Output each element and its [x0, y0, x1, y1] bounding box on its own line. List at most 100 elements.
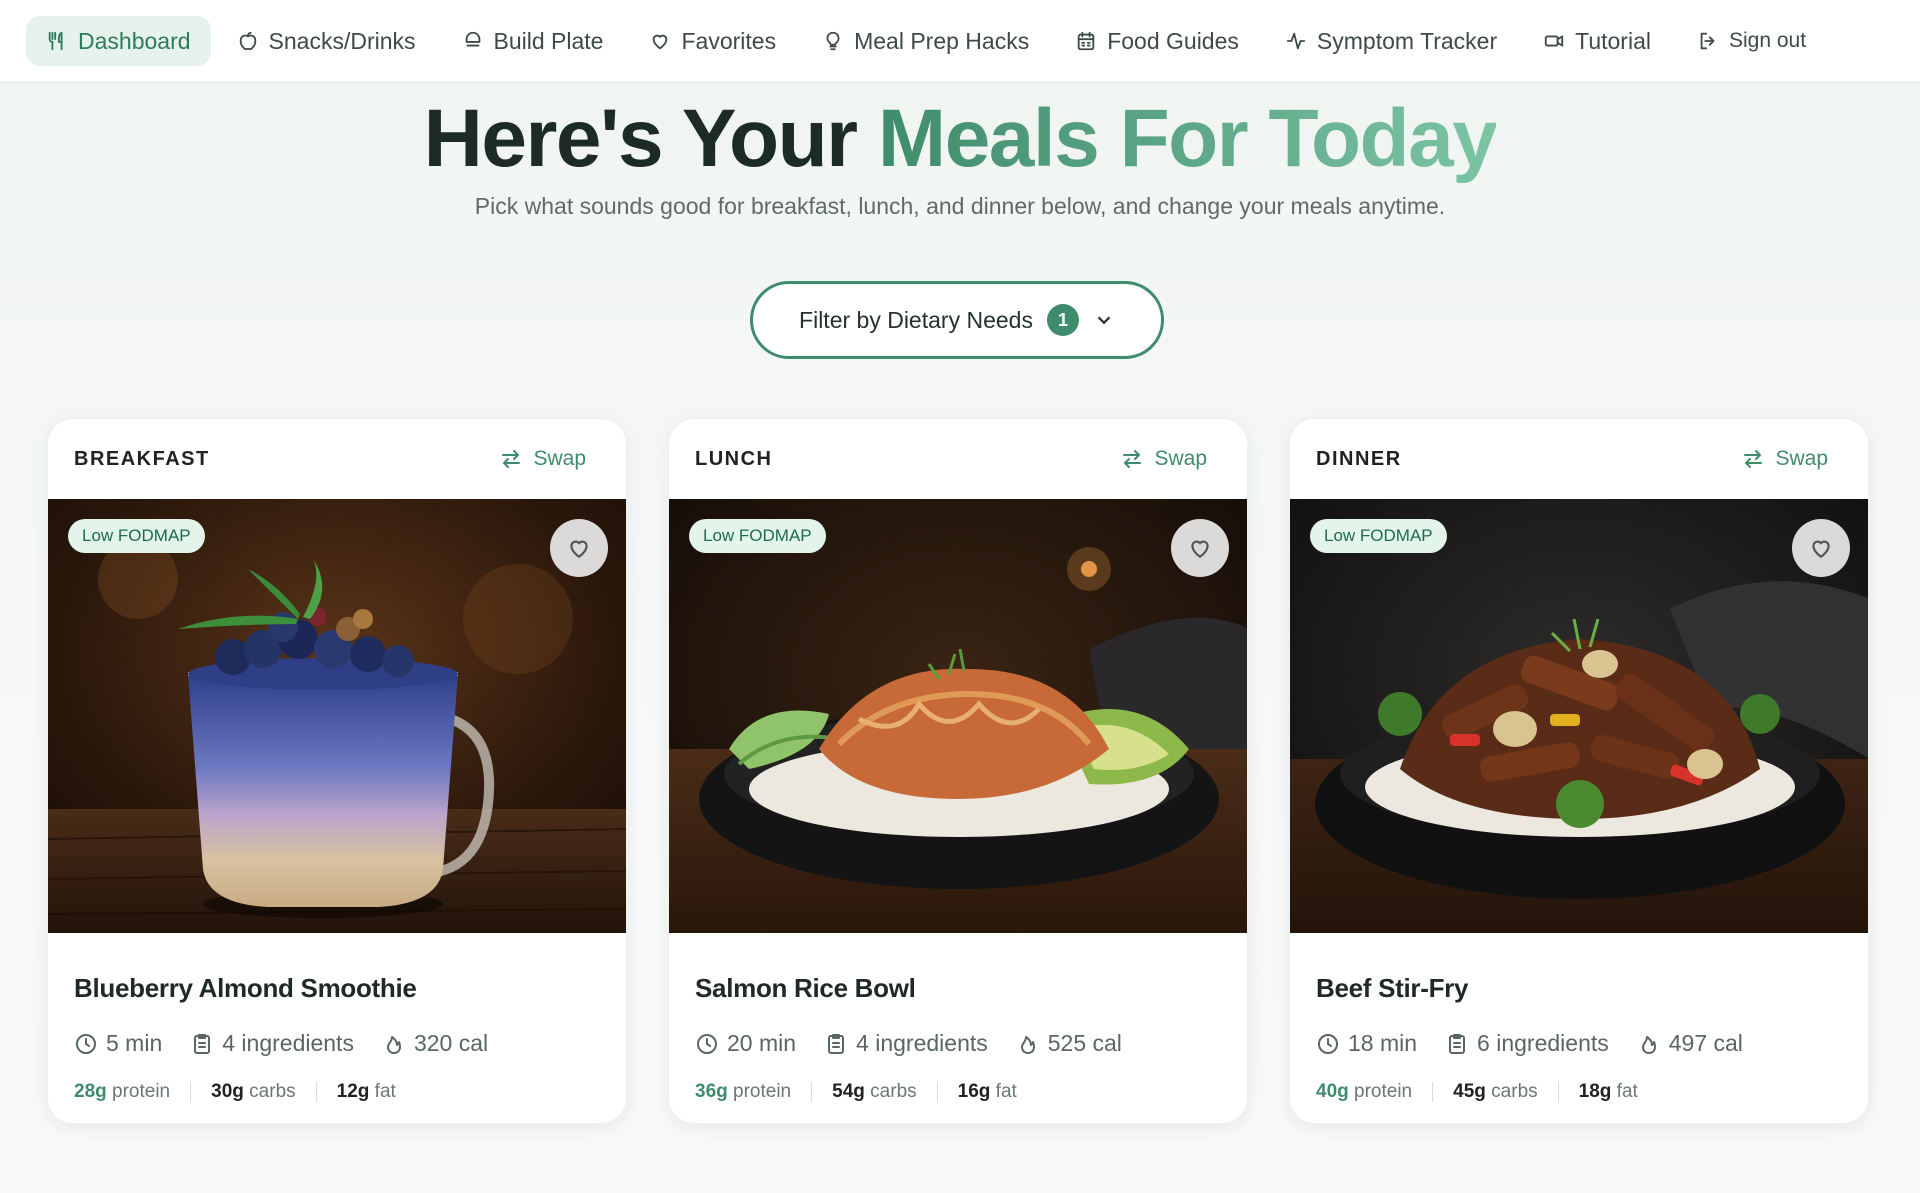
- nav-label-food-guides: Food Guides: [1107, 27, 1239, 54]
- clock-icon: [76, 1033, 96, 1054]
- meal-calories: 497 cal: [1637, 1030, 1743, 1057]
- macro-divider: [315, 1082, 317, 1102]
- macro-carbs-value: 45g: [1453, 1081, 1486, 1102]
- macro-fat: 16g fat: [958, 1081, 1017, 1103]
- page-title-accent: Meals For Today: [877, 93, 1498, 184]
- meal-time-value: 5 min: [106, 1030, 163, 1056]
- swap-button[interactable]: Swap: [499, 447, 586, 471]
- meal-time-value: 20 min: [727, 1030, 797, 1056]
- macro-protein-value: 36g: [695, 1081, 728, 1102]
- nav-item-build-plate[interactable]: Build Plate: [442, 16, 624, 66]
- meal-ingredients-value: 4 ingredients: [222, 1030, 354, 1056]
- meal-calories: 525 cal: [1016, 1030, 1122, 1057]
- macro-fat-label: fat: [1616, 1081, 1638, 1102]
- dietary-filter-content: Filter by Dietary Needs 1: [799, 304, 1115, 336]
- swap-button[interactable]: Swap: [1120, 447, 1207, 471]
- meal-type-label: BREAKFAST: [74, 447, 210, 470]
- top-nav: Dashboard Snacks/Drinks Build Plate Favo…: [0, 0, 1920, 83]
- nav-label-build-plate: Build Plate: [493, 27, 604, 54]
- page-title-plain: Here's Your: [423, 93, 858, 184]
- macro-divider: [1557, 1082, 1559, 1102]
- macro-protein: 28g protein: [74, 1081, 170, 1103]
- swap-icon: [1123, 450, 1142, 468]
- meal-macros: 36g protein 54g carbs 16g fat: [695, 1081, 1221, 1103]
- meal-time: 20 min: [695, 1030, 796, 1057]
- macro-protein-label: protein: [1354, 1081, 1413, 1102]
- swap-button[interactable]: Swap: [1741, 447, 1828, 471]
- nav-item-symptom-tracker[interactable]: Symptom Tracker: [1265, 16, 1517, 66]
- lightbulb-icon: [826, 31, 840, 51]
- nav-label-sign-out: Sign out: [1728, 29, 1807, 52]
- heart-icon: [653, 34, 668, 50]
- low-fodmap-badge: Low FODMAP: [68, 519, 205, 553]
- meal-card-header: DINNER Swap: [1290, 419, 1868, 499]
- macro-fat-label: fat: [374, 1081, 396, 1102]
- macro-divider: [811, 1082, 813, 1102]
- macro-fat: 18g fat: [1579, 1081, 1638, 1103]
- utensils-icon: [48, 31, 63, 51]
- meal-title[interactable]: Blueberry Almond Smoothie: [74, 973, 600, 1004]
- meal-calories-value: 525 cal: [1047, 1030, 1122, 1056]
- nav-item-food-guides[interactable]: Food Guides: [1055, 16, 1259, 66]
- nav-item-tutorial[interactable]: Tutorial: [1523, 16, 1671, 66]
- favorite-button[interactable]: [550, 519, 608, 577]
- macro-carbs-label: carbs: [249, 1081, 296, 1102]
- nav-label-meal-prep-hacks: Meal Prep Hacks: [854, 27, 1030, 54]
- nav-item-meal-prep-hacks[interactable]: Meal Prep Hacks: [802, 16, 1049, 66]
- nav-label-favorites: Favorites: [681, 27, 777, 54]
- meal-photo[interactable]: Low FODMAP: [48, 499, 626, 933]
- macro-divider: [190, 1082, 192, 1102]
- nav-label-symptom-tracker: Symptom Tracker: [1316, 27, 1498, 54]
- macro-fat: 12g fat: [337, 1081, 396, 1103]
- nav-item-dashboard[interactable]: Dashboard: [26, 16, 211, 66]
- meal-calories-value: 320 cal: [413, 1030, 489, 1056]
- chevron-down-icon: [1097, 316, 1111, 325]
- swap-icon: [502, 450, 521, 468]
- heart-icon: [1191, 540, 1209, 558]
- clipboard-icon: [1449, 1033, 1466, 1054]
- macro-fat-value: 18g: [1578, 1081, 1612, 1102]
- macro-protein-value: 40g: [1316, 1081, 1349, 1102]
- meal-ingredients-value: 4 ingredients: [856, 1030, 988, 1056]
- beef-stir-fry-image: [1290, 499, 1868, 933]
- dietary-filter-count-badge: 1: [1046, 304, 1079, 336]
- favorite-button[interactable]: [1792, 519, 1850, 577]
- video-icon: [1544, 35, 1564, 47]
- salmon-bowl-image: [669, 499, 1247, 933]
- swap-label: Swap: [1154, 447, 1207, 470]
- meal-time-value: 18 min: [1348, 1030, 1418, 1056]
- clock-icon: [697, 1033, 717, 1054]
- meal-title[interactable]: Salmon Rice Bowl: [695, 973, 1221, 1004]
- meal-title[interactable]: Beef Stir-Fry: [1316, 973, 1842, 1004]
- meal-card-dinner: DINNER Swap Low FODMAP Beef Stir-Fry 18 …: [1289, 418, 1869, 1124]
- clipboard-icon: [828, 1033, 845, 1054]
- nav-item-snacks-drinks[interactable]: Snacks/Drinks: [217, 16, 436, 66]
- heart-icon: [570, 540, 588, 558]
- clipboard-icon: [194, 1033, 211, 1054]
- plate-icon: [465, 31, 480, 47]
- dietary-filter-dropdown[interactable]: Filter by Dietary Needs 1: [750, 281, 1164, 359]
- low-fodmap-badge: Low FODMAP: [1310, 519, 1447, 553]
- macro-carbs-value: 54g: [832, 1081, 865, 1102]
- meal-meta: 5 min 4 ingredients 320 cal: [74, 1030, 600, 1057]
- meal-meta: 18 min 6 ingredients 497 cal: [1316, 1030, 1842, 1057]
- meal-photo[interactable]: Low FODMAP: [669, 499, 1247, 933]
- meal-time: 18 min: [1316, 1030, 1417, 1057]
- flame-icon: [386, 1035, 401, 1054]
- heart-icon: [1812, 540, 1830, 558]
- meal-meta: 20 min 4 ingredients 525 cal: [695, 1030, 1221, 1057]
- meal-photo[interactable]: Low FODMAP: [1290, 499, 1868, 933]
- swap-label: Swap: [1775, 447, 1828, 470]
- macro-fat-value: 12g: [336, 1081, 370, 1102]
- meal-type-label: DINNER: [1316, 447, 1402, 470]
- macro-fat-value: 16g: [957, 1081, 991, 1102]
- swap-label: Swap: [533, 447, 586, 470]
- macro-carbs: 45g carbs: [1453, 1081, 1538, 1103]
- meal-calories: 320 cal: [382, 1030, 488, 1057]
- meal-macros: 28g protein 30g carbs 12g fat: [74, 1081, 600, 1103]
- favorite-button[interactable]: [1171, 519, 1229, 577]
- meal-card-header: LUNCH Swap: [669, 419, 1247, 499]
- page-subtitle: Pick what sounds good for breakfast, lun…: [474, 193, 1446, 219]
- nav-item-favorites[interactable]: Favorites: [629, 16, 796, 66]
- sign-out-button[interactable]: Sign out: [1677, 16, 1826, 66]
